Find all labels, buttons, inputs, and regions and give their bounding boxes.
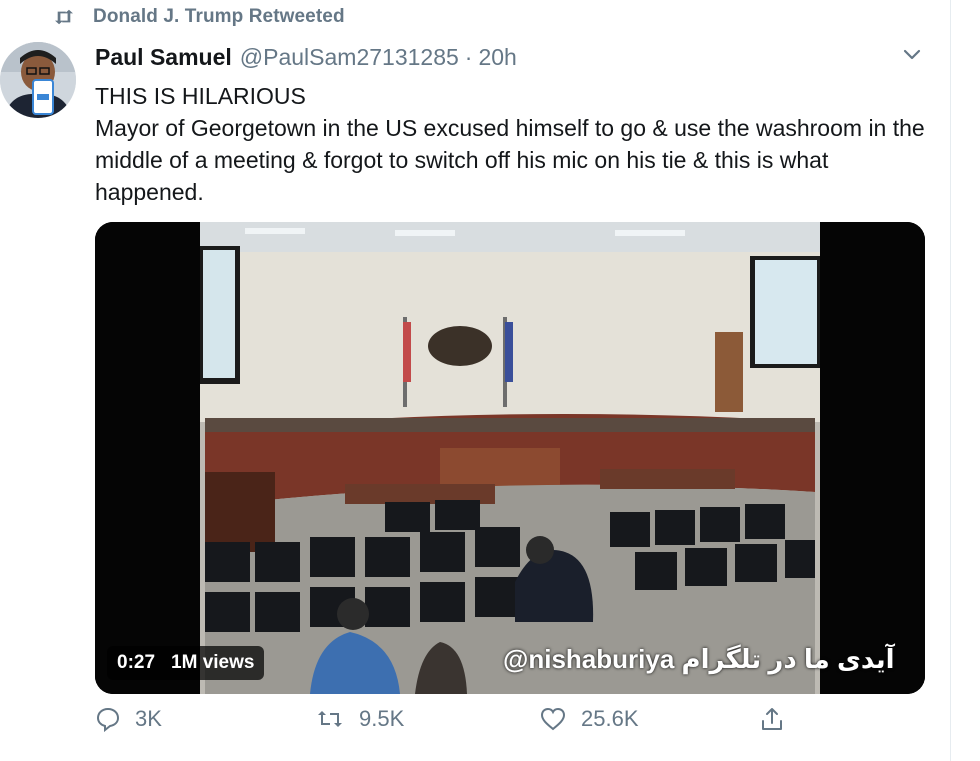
author-handle[interactable]: @PaulSam27131285 xyxy=(240,44,459,71)
share-action[interactable] xyxy=(759,706,799,732)
retweet-context: Donald J. Trump Retweeted xyxy=(53,6,345,28)
reply-icon xyxy=(96,707,120,732)
share-icon xyxy=(762,708,782,730)
video-info-badge: 0:27 1M views xyxy=(107,646,265,680)
video-views: 1M views xyxy=(171,652,255,673)
video-frame xyxy=(95,222,925,694)
retweet-icon xyxy=(55,9,73,25)
separator: · xyxy=(464,44,473,70)
retweet-label[interactable]: Donald J. Trump Retweeted xyxy=(93,6,345,28)
timestamp[interactable]: 20h xyxy=(478,44,516,71)
author-name[interactable]: Paul Samuel xyxy=(95,44,232,71)
chevron-down-icon[interactable] xyxy=(898,40,926,68)
tweet-card[interactable]: Donald J. Trump Retweeted Paul Samuel @P… xyxy=(0,0,951,761)
video-watermark: @nishaburiya آیدی ما در تلگرام xyxy=(503,644,895,674)
avatar[interactable] xyxy=(0,42,76,118)
retweet-action[interactable]: 9.5K xyxy=(315,706,404,732)
tweet-text-line1: THIS IS HILARIOUS xyxy=(95,83,306,109)
retweet-count: 9.5K xyxy=(359,706,405,731)
tweet-text: THIS IS HILARIOUS Mayor of Georgetown in… xyxy=(95,80,935,208)
video-duration: 0:27 xyxy=(117,652,156,673)
tweet-header: Paul Samuel @PaulSam27131285 · 20h xyxy=(95,44,517,71)
like-action[interactable]: 25.6K xyxy=(539,706,639,732)
tweet-actions: 3K 9.5K 25.6K xyxy=(95,706,855,746)
reply-action[interactable]: 3K xyxy=(95,706,162,732)
video-player[interactable]: 0:27 1M views @nishaburiya آیدی ما در تل… xyxy=(95,222,925,694)
retweet-icon xyxy=(318,711,342,727)
like-count: 25.6K xyxy=(581,706,639,731)
heart-icon xyxy=(540,707,566,731)
reply-count: 3K xyxy=(135,706,162,731)
tweet-text-line2: Mayor of Georgetown in the US excused hi… xyxy=(95,115,925,205)
